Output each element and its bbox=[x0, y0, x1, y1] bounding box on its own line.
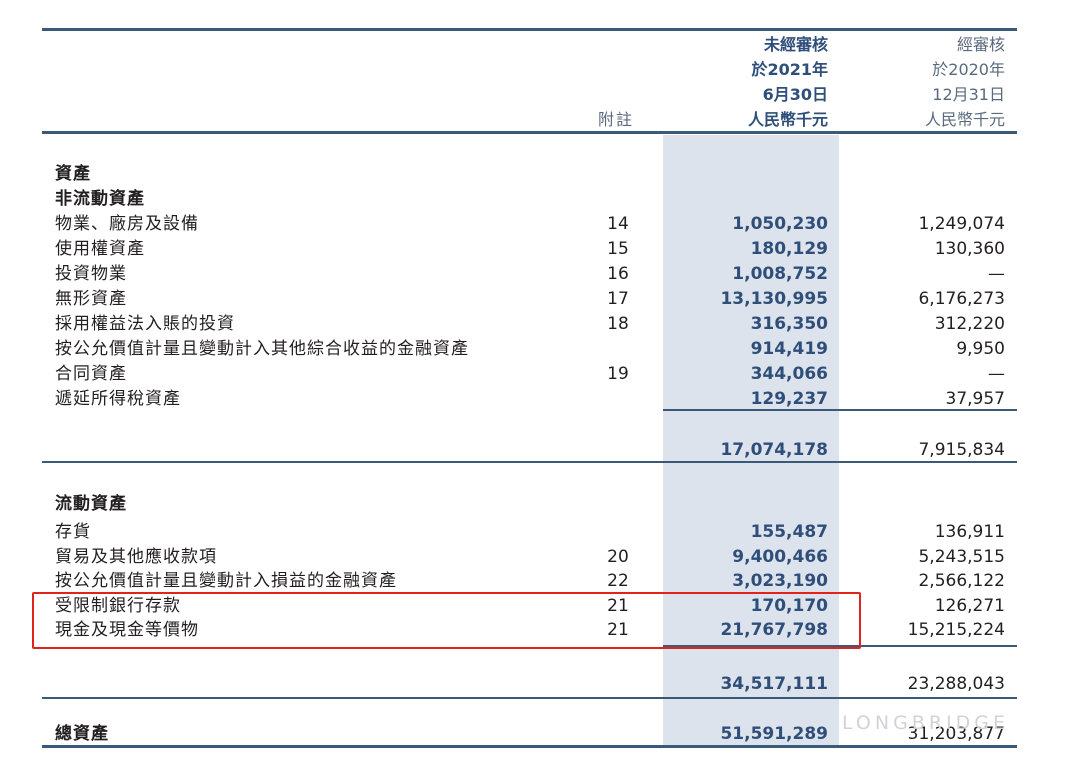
row-prior-value: 136,911 bbox=[934, 522, 1005, 542]
total-assets-label: 總資產 bbox=[55, 724, 109, 744]
top-rule bbox=[42, 28, 1017, 31]
header-current-line-4: 人民幣千元 bbox=[747, 110, 828, 129]
header-current-line-2: 於2021年 bbox=[751, 60, 828, 79]
row-prior-value: 312,220 bbox=[934, 314, 1005, 334]
row-prior-value: 9,950 bbox=[956, 339, 1005, 359]
row-label: 遞延所得稅資產 bbox=[55, 389, 181, 409]
row-label: 投資物業 bbox=[55, 264, 127, 284]
row-note: 16 bbox=[607, 264, 629, 284]
highlight-box bbox=[32, 592, 861, 649]
noncurrent-subtotal-current: 17,074,178 bbox=[720, 440, 828, 460]
row-note: 17 bbox=[607, 289, 629, 309]
assets-heading: 資產 bbox=[55, 164, 91, 184]
noncurrent-subtotal-rule bbox=[663, 409, 1017, 411]
row-current-value: 180,129 bbox=[750, 239, 828, 259]
row-note: 18 bbox=[607, 314, 629, 334]
current-assets-heading: 流動資產 bbox=[55, 494, 127, 514]
row-prior-value: 37,957 bbox=[945, 389, 1005, 409]
noncurrent-section-rule bbox=[42, 461, 1017, 463]
note-column-header: 附註 bbox=[598, 110, 635, 129]
header-rule bbox=[42, 131, 1017, 134]
row-note: 19 bbox=[607, 364, 629, 384]
row-prior-value: 126,271 bbox=[934, 595, 1005, 616]
row-prior-value: 1,249,074 bbox=[918, 214, 1005, 234]
row-label: 合同資產 bbox=[55, 364, 127, 384]
total-assets-current: 51,591,289 bbox=[720, 724, 828, 744]
current-section-rule bbox=[42, 697, 1017, 699]
header-prior-line-4: 人民幣千元 bbox=[924, 110, 1005, 129]
row-current-value: 316,350 bbox=[750, 314, 828, 334]
row-current-value: 155,487 bbox=[750, 522, 828, 542]
row-prior-value: 130,360 bbox=[934, 239, 1005, 259]
row-label: 物業、廠房及設備 bbox=[55, 214, 199, 234]
row-prior-value: 6,176,273 bbox=[918, 289, 1005, 309]
row-prior-value: — bbox=[988, 264, 1005, 284]
row-note: 14 bbox=[607, 214, 629, 234]
row-label: 使用權資產 bbox=[55, 239, 145, 259]
row-label: 無形資產 bbox=[55, 289, 127, 309]
row-current-value: 129,237 bbox=[750, 389, 828, 409]
row-current-value: 914,419 bbox=[750, 339, 828, 359]
header-prior-line-1: 經審核 bbox=[956, 35, 1005, 54]
total-bottom-rule bbox=[42, 745, 1017, 748]
row-prior-value: 15,215,224 bbox=[907, 620, 1005, 640]
row-note: 15 bbox=[607, 239, 629, 259]
row-prior-value: — bbox=[988, 364, 1005, 384]
row-label: 按公允價值計量且變動計入損益的金融資產 bbox=[55, 571, 397, 591]
row-prior-value: 2,566,122 bbox=[918, 571, 1005, 591]
header-current-line-3: 6月30日 bbox=[762, 85, 828, 104]
row-prior-value: 5,243,515 bbox=[918, 546, 1005, 567]
row-label: 採用權益法入賬的投資 bbox=[55, 314, 235, 334]
header-prior-line-3: 12月31日 bbox=[932, 85, 1005, 104]
row-label: 貿易及其他應收款項 bbox=[55, 546, 217, 567]
noncurrent-subtotal-prior: 7,915,834 bbox=[918, 440, 1005, 460]
row-current-value: 3,023,190 bbox=[732, 571, 828, 591]
row-current-value: 1,008,752 bbox=[732, 264, 828, 284]
current-subtotal-prior: 23,288,043 bbox=[907, 674, 1005, 694]
row-note: 22 bbox=[607, 571, 629, 591]
header-current-line-1: 未經審核 bbox=[763, 35, 828, 54]
row-current-value: 1,050,230 bbox=[732, 214, 828, 234]
current-subtotal-current: 34,517,111 bbox=[720, 674, 828, 694]
row-current-value: 9,400,466 bbox=[732, 546, 828, 567]
noncurrent-assets-heading: 非流動資產 bbox=[55, 189, 145, 209]
row-current-value: 344,066 bbox=[750, 364, 828, 384]
watermark-text: LONGBRIDGE bbox=[842, 712, 1009, 734]
row-note: 20 bbox=[607, 546, 629, 567]
row-current-value: 13,130,995 bbox=[720, 289, 828, 309]
row-label: 按公允價值計量且變動計入其他綜合收益的金融資產 bbox=[55, 339, 469, 359]
header-prior-line-2: 於2020年 bbox=[932, 60, 1005, 79]
row-label: 存貨 bbox=[55, 522, 91, 542]
